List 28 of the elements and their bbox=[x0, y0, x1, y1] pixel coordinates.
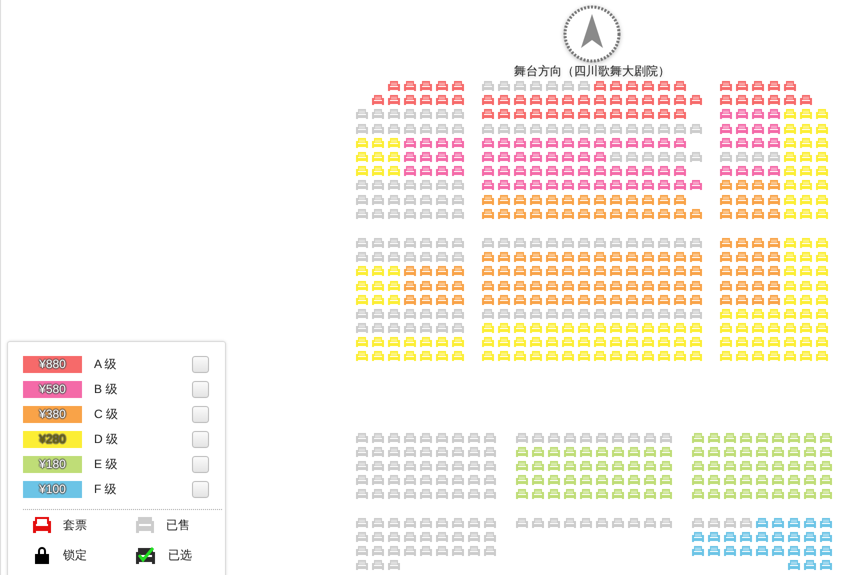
tier-label: F 级 bbox=[94, 481, 118, 498]
tier-checkbox[interactable] bbox=[192, 431, 209, 448]
tier-checkbox[interactable] bbox=[192, 481, 209, 498]
tier-label: D 级 bbox=[94, 431, 119, 448]
tier-label: A 级 bbox=[94, 356, 118, 373]
armchair-check-icon bbox=[136, 546, 156, 564]
stage-label: 舞台方向（四川歌舞大剧院） bbox=[514, 64, 670, 78]
tier-checkbox[interactable] bbox=[192, 356, 209, 373]
price-tag: ¥880 bbox=[23, 356, 82, 373]
tier-checkbox[interactable] bbox=[192, 406, 209, 423]
status-label: 锁定 bbox=[63, 546, 87, 564]
status-label: 已选 bbox=[168, 546, 192, 564]
price-tag: ¥100 bbox=[23, 481, 82, 498]
tier-label: C 级 bbox=[94, 406, 119, 423]
tier-checkbox[interactable] bbox=[192, 456, 209, 473]
status-label: 套票 bbox=[63, 516, 87, 534]
price-tag: ¥380 bbox=[23, 406, 82, 423]
compass-icon bbox=[562, 4, 622, 64]
tier-label: B 级 bbox=[94, 381, 118, 398]
price-tag: ¥280 bbox=[23, 431, 82, 448]
armchair-icon bbox=[33, 517, 51, 533]
status-label: 已售 bbox=[166, 516, 190, 534]
padlock-icon bbox=[33, 546, 51, 564]
armchair-icon bbox=[136, 517, 154, 533]
price-tag: ¥180 bbox=[23, 456, 82, 473]
tier-label: E 级 bbox=[94, 456, 118, 473]
price-tag: ¥580 bbox=[23, 381, 82, 398]
tier-checkbox[interactable] bbox=[192, 381, 209, 398]
